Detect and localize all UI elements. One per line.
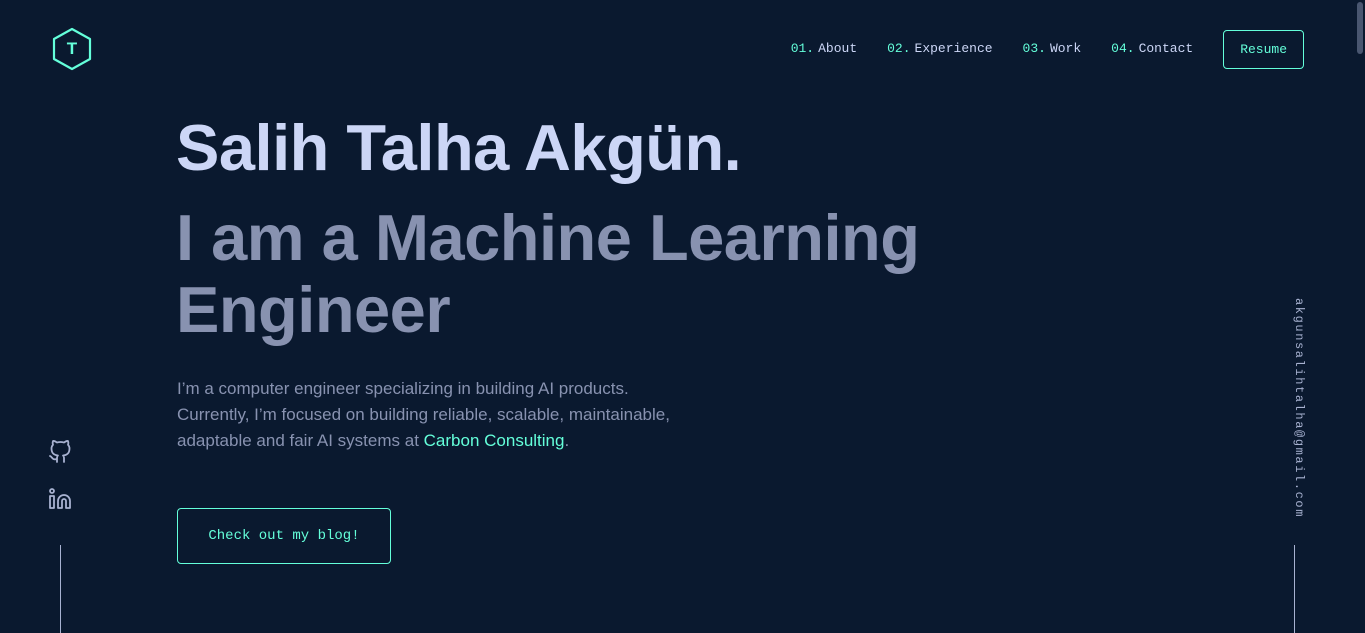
main-nav: 01. About 02. Experience 03. Work 04. Contac… <box>791 30 1304 69</box>
nav-item-number: 01. <box>790 41 815 56</box>
nav-item-label: Contact <box>1138 41 1194 56</box>
scrollbar-thumb[interactable] <box>1357 2 1363 54</box>
left-divider-line <box>60 545 61 633</box>
linkedin-icon[interactable] <box>48 487 72 511</box>
nav-item-label: About <box>818 41 858 56</box>
hero-description: I’m a computer engineer specializing in … <box>177 376 697 454</box>
nav-item-number: 03. <box>1022 41 1046 56</box>
github-icon[interactable] <box>48 440 72 464</box>
scrollbar[interactable] <box>1355 0 1365 633</box>
hero-name: Salih Talha Akgün. <box>176 111 742 184</box>
social-links <box>48 440 72 534</box>
right-divider-line <box>1294 545 1295 633</box>
hero-description-end: . <box>564 431 570 450</box>
logo-letter: T <box>66 39 78 58</box>
resume-button[interactable]: Resume <box>1223 30 1304 69</box>
nav-item-work[interactable]: 03. Work <box>1023 41 1082 56</box>
nav-item-number: 04. <box>1111 41 1135 56</box>
nav-item-experience[interactable]: 02. Experience <box>887 41 992 56</box>
hero-role: I am a Machine Learning Engineer <box>176 201 920 346</box>
blog-button[interactable]: Check out my blog! <box>177 508 391 564</box>
nav-item-number: 02. <box>887 41 911 56</box>
logo[interactable]: T <box>51 27 93 71</box>
nav-item-about[interactable]: 01. About <box>791 41 857 56</box>
nav-item-label: Work <box>1049 41 1082 56</box>
nav-item-contact[interactable]: 04. Contact <box>1111 41 1193 56</box>
email-link[interactable]: akgunsalihtalha@gmail.com <box>1282 298 1306 518</box>
nav-item-label: Experience <box>914 41 993 56</box>
company-link[interactable]: Carbon Consulting <box>424 431 565 450</box>
